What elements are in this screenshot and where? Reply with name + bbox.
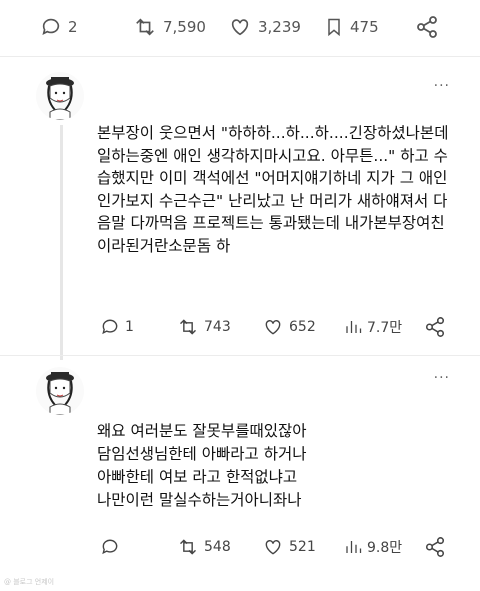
views-button[interactable]: 9.8만 xyxy=(344,534,402,560)
watermark: @ 블로그 언제이 xyxy=(4,578,55,586)
views-icon xyxy=(346,321,362,333)
post-stats: 548 521 9.8만 xyxy=(0,534,480,560)
top-action-bar: 2 7,590 3,239 475 xyxy=(0,12,480,42)
reply-button[interactable] xyxy=(100,534,125,560)
bookmark-count: 475 xyxy=(350,18,379,36)
share-button[interactable] xyxy=(424,314,446,340)
like-count: 3,239 xyxy=(258,18,301,36)
post-stats: 1 743 652 7.7만 xyxy=(0,314,480,340)
like-icon xyxy=(231,19,249,36)
like-button[interactable]: 521 xyxy=(262,534,316,560)
like-button[interactable]: 3,239 xyxy=(228,12,301,42)
view-count: 9.8만 xyxy=(367,540,403,556)
retweet-icon xyxy=(179,319,197,335)
bookmark-button[interactable]: 475 xyxy=(324,12,379,42)
avatar-illustration-icon xyxy=(36,72,84,120)
share-icon xyxy=(417,16,437,38)
like-button[interactable]: 652 xyxy=(262,314,316,340)
reply-button[interactable]: 2 xyxy=(40,12,78,42)
more-options-icon[interactable]: ··· xyxy=(434,370,450,386)
like-count: 521 xyxy=(289,539,316,555)
share-button[interactable] xyxy=(424,534,446,560)
reply-icon xyxy=(102,319,118,335)
views-icon xyxy=(346,541,362,553)
post-text: 왜요 여러분도 잘못부를때있잖아 담임선생님한테 아빠라고 하거나 아빠한테 여… xyxy=(97,422,307,509)
view-count: 7.7만 xyxy=(367,320,403,336)
like-icon xyxy=(265,540,281,555)
like-count: 652 xyxy=(289,319,316,335)
share-button[interactable] xyxy=(415,12,439,42)
reply-count: 1 xyxy=(125,319,134,335)
like-icon xyxy=(265,320,281,335)
avatar[interactable] xyxy=(36,72,84,120)
retweet-button[interactable]: 548 xyxy=(177,534,231,560)
divider xyxy=(0,56,480,57)
retweet-icon xyxy=(136,18,154,36)
reply-button[interactable]: 1 xyxy=(100,314,134,340)
retweet-button[interactable]: 743 xyxy=(177,314,231,340)
views-button[interactable]: 7.7만 xyxy=(344,314,402,340)
share-icon xyxy=(425,317,445,337)
retweet-count: 7,590 xyxy=(163,18,206,36)
divider xyxy=(0,355,480,356)
share-icon xyxy=(425,537,445,557)
bookmark-icon xyxy=(328,18,340,37)
more-options-icon[interactable]: ··· xyxy=(434,78,450,94)
reply-icon xyxy=(42,18,60,35)
retweet-icon xyxy=(179,539,197,555)
reply-icon xyxy=(102,539,118,555)
retweet-count: 548 xyxy=(204,539,231,555)
reply-count: 2 xyxy=(68,18,78,36)
avatar-illustration-icon xyxy=(36,367,84,415)
retweet-count: 743 xyxy=(204,319,231,335)
retweet-button[interactable]: 7,590 xyxy=(133,12,206,42)
avatar[interactable] xyxy=(36,367,84,415)
post-text: 본부장이 웃으면서 "하하하...하...하....긴장하셨나본데 일하는중엔 … xyxy=(97,124,449,255)
